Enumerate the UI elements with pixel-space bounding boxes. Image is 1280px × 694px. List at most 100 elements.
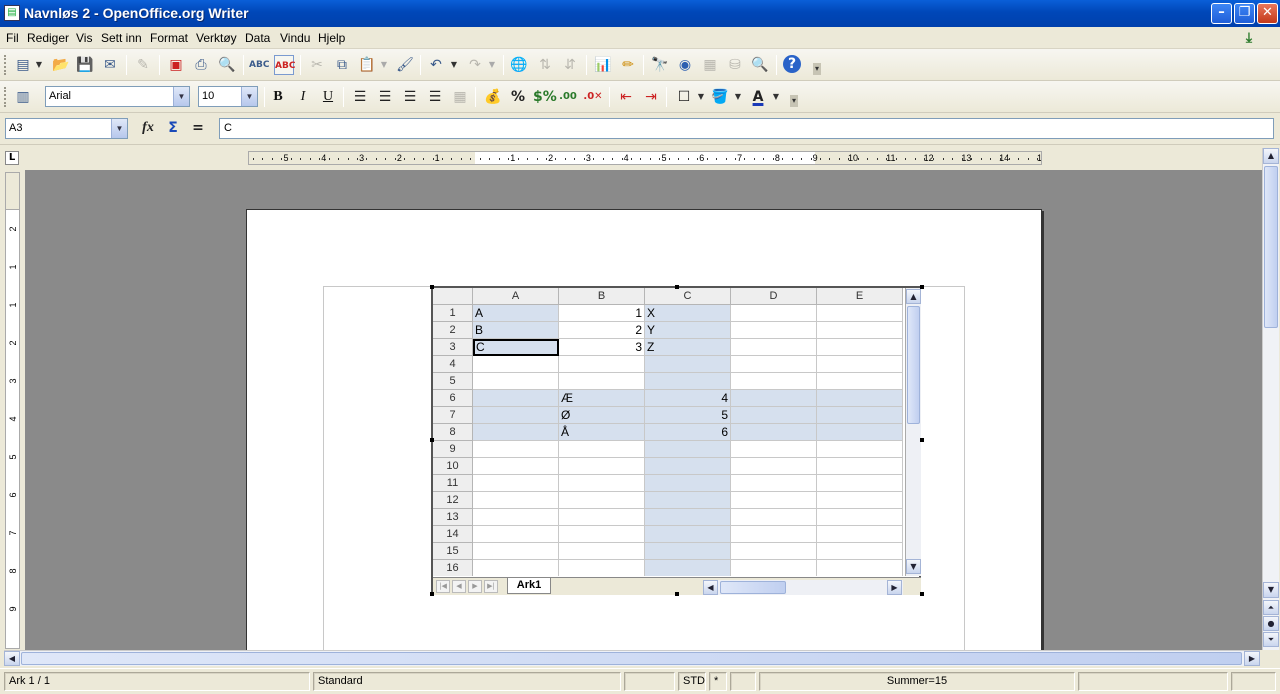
borders-dropdown-icon[interactable]: ▼ <box>697 87 705 107</box>
italic-icon[interactable]: I <box>293 87 313 107</box>
cell-e14[interactable] <box>817 526 903 543</box>
cell-b12[interactable] <box>559 492 645 509</box>
font-name-dropdown-icon[interactable]: ▼ <box>173 87 189 106</box>
sheet-horizontal-scrollbar[interactable]: ◀ ▶ <box>703 580 903 595</box>
writer-app-icon[interactable]: ▤ <box>4 5 20 21</box>
open-icon[interactable]: 📂 <box>51 55 71 75</box>
cell-a8[interactable] <box>473 424 559 441</box>
document-horizontal-scrollbar[interactable]: ◀ ▶ <box>4 650 1260 666</box>
navigation-icon[interactable]: ● <box>1263 616 1279 631</box>
cell-c9[interactable] <box>645 441 731 458</box>
undo-dropdown-icon[interactable]: ▼ <box>450 55 458 75</box>
align-right-icon[interactable]: ☰ <box>400 87 420 107</box>
row-header[interactable]: 7 <box>433 407 473 424</box>
scroll-up-icon[interactable]: ▲ <box>906 289 921 304</box>
font-size-dropdown-icon[interactable]: ▼ <box>241 87 257 106</box>
cell-d2[interactable] <box>731 322 817 339</box>
cell-a2[interactable]: B <box>473 322 559 339</box>
minimize-button[interactable]: – <box>1211 3 1232 24</box>
font-color-dropdown-icon[interactable]: ▼ <box>772 87 780 107</box>
increase-indent-icon[interactable]: ⇥ <box>641 87 661 107</box>
sheet-vertical-scrollbar[interactable]: ▲ ▼ <box>905 288 921 576</box>
format-paintbrush-icon[interactable]: 🖌 <box>395 55 415 75</box>
menu-data[interactable]: Data <box>245 31 270 45</box>
cell-c14[interactable] <box>645 526 731 543</box>
save-icon[interactable]: 💾 <box>75 55 95 75</box>
justify-icon[interactable]: ☰ <box>425 87 445 107</box>
merge-cells-icon[interactable]: ▦ <box>450 87 470 107</box>
resize-handle[interactable] <box>920 592 924 596</box>
cell-e3[interactable] <box>817 339 903 356</box>
cell-b8[interactable]: Å <box>559 424 645 441</box>
cell-a4[interactable] <box>473 356 559 373</box>
styles-formatting-icon[interactable]: ▥ <box>13 87 33 107</box>
hscroll-thumb[interactable] <box>720 581 786 594</box>
new-dropdown-icon[interactable]: ▼ <box>35 55 43 75</box>
cell-b9[interactable] <box>559 441 645 458</box>
cell-c16[interactable] <box>645 560 731 576</box>
cell-a14[interactable] <box>473 526 559 543</box>
scroll-thumb[interactable] <box>907 306 920 424</box>
delete-decimal-place-icon[interactable]: .0✕ <box>583 87 603 107</box>
align-center-icon[interactable]: ☰ <box>375 87 395 107</box>
column-header[interactable]: D <box>731 288 817 305</box>
cell-d15[interactable] <box>731 543 817 560</box>
download-update-icon[interactable]: ⤓ <box>1240 30 1258 46</box>
cell-e11[interactable] <box>817 475 903 492</box>
cell-b14[interactable] <box>559 526 645 543</box>
cell-d5[interactable] <box>731 373 817 390</box>
sort-descending-icon[interactable]: ⇵ <box>560 55 580 75</box>
cell-d10[interactable] <box>731 458 817 475</box>
last-sheet-icon[interactable]: ▶| <box>484 580 498 593</box>
navigator-icon[interactable]: ◉ <box>675 55 695 75</box>
doc-scroll-left-icon[interactable]: ◀ <box>4 651 20 666</box>
cell-e15[interactable] <box>817 543 903 560</box>
spellcheck-icon[interactable]: ABC <box>249 55 269 75</box>
page-style[interactable]: Standard <box>313 672 621 691</box>
cell-d1[interactable] <box>731 305 817 322</box>
row-header[interactable]: 11 <box>433 475 473 492</box>
cell-b10[interactable] <box>559 458 645 475</box>
name-box[interactable]: A3 ▼ <box>5 118 128 139</box>
cell-c13[interactable] <box>645 509 731 526</box>
row-header[interactable]: 14 <box>433 526 473 543</box>
cell-c8[interactable]: 6 <box>645 424 731 441</box>
cell-d13[interactable] <box>731 509 817 526</box>
cell-e5[interactable] <box>817 373 903 390</box>
row-header[interactable]: 12 <box>433 492 473 509</box>
toolbar-overflow-icon[interactable]: ▾ <box>790 95 798 107</box>
menu-vindu[interactable]: Vindu <box>280 31 310 45</box>
background-color-dropdown-icon[interactable]: ▼ <box>734 87 742 107</box>
font-size-combo[interactable]: 10 ▼ <box>198 86 258 107</box>
cell-e12[interactable] <box>817 492 903 509</box>
cell-c11[interactable] <box>645 475 731 492</box>
cell-b13[interactable] <box>559 509 645 526</box>
sheet-tab-ark1[interactable]: Ark1 <box>507 578 551 594</box>
find-replace-icon[interactable]: 🔭 <box>650 55 670 75</box>
toolbar-overflow-icon[interactable]: ▾ <box>813 63 821 75</box>
number-format-currency-icon[interactable]: 💰 <box>483 87 503 107</box>
cell-b2[interactable]: 2 <box>559 322 645 339</box>
first-sheet-icon[interactable]: |◀ <box>436 580 450 593</box>
email-icon[interactable]: ✉ <box>100 55 120 75</box>
doc-hscroll-thumb[interactable] <box>21 652 1242 665</box>
menu-fil[interactable]: Fil <box>6 31 19 45</box>
row-header[interactable]: 10 <box>433 458 473 475</box>
cell-a11[interactable] <box>473 475 559 492</box>
cell-a16[interactable] <box>473 560 559 576</box>
cut-icon[interactable]: ✂ <box>307 55 327 75</box>
font-color-icon[interactable]: A <box>748 87 768 107</box>
column-header[interactable]: C <box>645 288 731 305</box>
doc-scroll-down-icon[interactable]: ▼ <box>1263 582 1279 598</box>
cell-d11[interactable] <box>731 475 817 492</box>
selection-mode[interactable]: STD <box>678 672 706 691</box>
scroll-right-icon[interactable]: ▶ <box>887 580 902 595</box>
cell-e1[interactable] <box>817 305 903 322</box>
resize-handle[interactable] <box>675 285 679 289</box>
cell-d12[interactable] <box>731 492 817 509</box>
close-button[interactable]: ✕ <box>1257 3 1278 24</box>
resize-handle[interactable] <box>430 438 434 442</box>
print-preview-icon[interactable]: 🔍 <box>217 55 237 75</box>
decrease-indent-icon[interactable]: ⇤ <box>616 87 636 107</box>
background-color-icon[interactable]: 🪣 <box>710 87 730 107</box>
